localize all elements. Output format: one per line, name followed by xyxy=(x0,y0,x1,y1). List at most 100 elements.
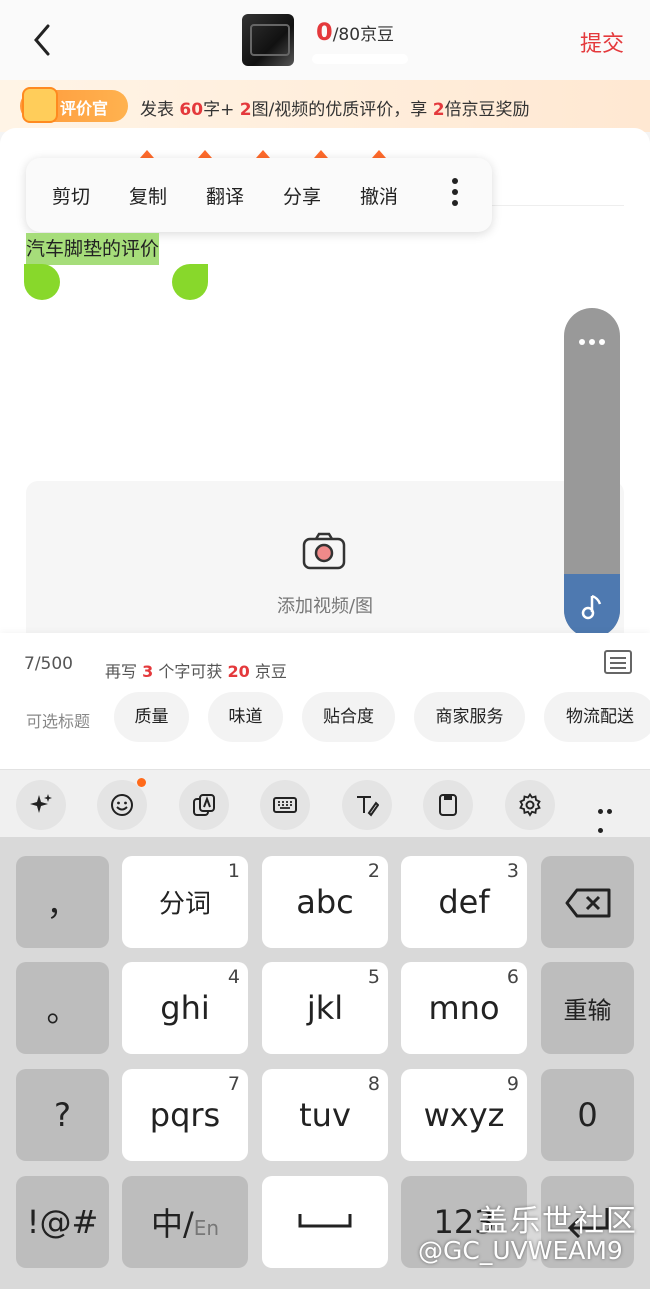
add-media-label: 添加视频/图 xyxy=(276,596,374,617)
music-note-icon xyxy=(581,594,602,620)
menu-translate[interactable]: 翻译 xyxy=(206,182,244,209)
key-number: 9 xyxy=(506,1073,519,1095)
key-label: ? xyxy=(54,1096,71,1134)
key-number: 2 xyxy=(367,860,380,882)
key-fenci[interactable]: 1 分词 xyxy=(122,856,248,948)
key-backspace[interactable] xyxy=(541,856,634,948)
key-label: 重输 xyxy=(563,996,612,1025)
clipboard-icon[interactable] xyxy=(423,780,473,830)
key-label: 分词 xyxy=(158,889,211,920)
handwriting-icon[interactable] xyxy=(342,780,392,830)
menu-cut[interactable]: 剪切 xyxy=(52,182,90,209)
banner-text: 发表 60字+ 2图/视频的优质评价，享 2倍京豆奖励 xyxy=(140,95,530,120)
more-horizontal-icon[interactable] xyxy=(564,330,620,349)
back-arrow-icon[interactable] xyxy=(28,22,58,58)
key-ghi[interactable]: 4 ghi xyxy=(122,962,248,1054)
reviewer-banner[interactable]: 评价官 发表 60字+ 2图/视频的优质评价，享 2倍京豆奖励 xyxy=(0,80,650,132)
keyboard-icon[interactable] xyxy=(260,780,310,830)
product-thumbnail xyxy=(242,14,294,66)
key-number: 4 xyxy=(227,966,240,988)
more-icon[interactable] xyxy=(598,799,624,833)
menu-undo[interactable]: 撤消 xyxy=(360,182,398,209)
floating-side-panel[interactable] xyxy=(564,308,620,638)
key-jkl[interactable]: 5 jkl xyxy=(262,962,388,1054)
tags-label: 可选标题 xyxy=(26,712,91,731)
menu-copy[interactable]: 复制 xyxy=(129,182,167,209)
reviewer-badge-label: 评价官 xyxy=(60,99,109,118)
key-language-switch[interactable]: 中/En xyxy=(122,1176,248,1268)
key-label-alt: En xyxy=(193,1216,220,1240)
key-pqrs[interactable]: 7 pqrs xyxy=(122,1069,248,1161)
key-number: 6 xyxy=(506,966,519,988)
emoji-icon[interactable] xyxy=(97,780,147,830)
bean-hint: 再写 3 个字可获 20 京豆 xyxy=(105,658,287,682)
key-reinput[interactable]: 重输 xyxy=(541,962,634,1054)
key-label: ， xyxy=(46,885,79,923)
selection-handle-left[interactable] xyxy=(24,264,60,300)
more-vertical-icon[interactable] xyxy=(450,178,460,210)
hint-beans: 20 xyxy=(227,662,250,681)
tag-taste[interactable]: 味道 xyxy=(208,692,283,742)
key-period[interactable]: 。 xyxy=(16,962,109,1054)
settings-icon[interactable] xyxy=(505,780,555,830)
tag-logistics[interactable]: 物流配送 xyxy=(544,692,650,742)
space-icon xyxy=(298,1214,352,1228)
reviewer-badge: 评价官 xyxy=(20,87,128,123)
banner-text-prefix: 发表 xyxy=(140,100,174,120)
key-label: 。 xyxy=(46,991,79,1029)
tag-merchant-service[interactable]: 商家服务 xyxy=(414,692,525,742)
key-question[interactable]: ? xyxy=(16,1069,109,1161)
image-text-icon[interactable] xyxy=(179,780,229,830)
hint-suffix: 京豆 xyxy=(254,662,287,681)
watermark-title: 盖乐世社区 xyxy=(478,1204,638,1239)
key-label: jkl xyxy=(306,989,344,1027)
banner-text-suffix: 倍京豆奖励 xyxy=(444,100,530,120)
text-context-menu: 剪切 复制 翻译 分享 撤消 xyxy=(26,158,492,232)
key-def[interactable]: 3 def xyxy=(401,856,527,948)
key-zero[interactable]: 0 xyxy=(541,1069,634,1161)
reviewer-badge-icon xyxy=(22,87,58,123)
bean-progress-bar xyxy=(312,54,408,64)
menu-share[interactable]: 分享 xyxy=(283,182,321,209)
banner-text-mid1: 字+ xyxy=(203,100,235,120)
key-abc[interactable]: 2 abc xyxy=(262,856,388,948)
key-label: ghi xyxy=(160,989,210,1027)
banner-chars: 60 xyxy=(179,100,204,120)
key-label: wxyz xyxy=(423,1096,505,1134)
selection-handle-right[interactable] xyxy=(172,264,208,300)
key-label: mno xyxy=(428,989,500,1027)
key-label-main: 中/ xyxy=(150,1205,194,1243)
key-tuv[interactable]: 8 tuv xyxy=(262,1069,388,1161)
submit-button[interactable]: 提交 xyxy=(580,26,624,58)
tag-fit[interactable]: 贴合度 xyxy=(302,692,395,742)
bean-count-total: /80京豆 xyxy=(332,25,395,45)
key-symbols[interactable]: !@# xyxy=(16,1176,109,1268)
bean-count-current: 0 xyxy=(316,18,333,46)
hint-mid: 个字可获 xyxy=(158,662,223,681)
key-label: abc xyxy=(296,883,354,921)
key-wxyz[interactable]: 9 wxyz xyxy=(401,1069,527,1161)
key-number: 3 xyxy=(506,860,519,882)
template-board-icon[interactable] xyxy=(604,650,632,674)
key-comma[interactable]: ， xyxy=(16,856,109,948)
notification-dot xyxy=(137,778,146,787)
key-label: 0 xyxy=(577,1096,598,1134)
key-label: tuv xyxy=(299,1096,351,1134)
key-label: def xyxy=(438,883,490,921)
music-button[interactable] xyxy=(564,574,620,638)
camera-icon[interactable] xyxy=(302,532,346,570)
watermark-handle: @GC_UVWEAM9 xyxy=(418,1236,623,1265)
key-space[interactable] xyxy=(262,1176,388,1268)
key-mno[interactable]: 6 mno xyxy=(401,962,527,1054)
backspace-icon xyxy=(565,888,611,918)
key-number: 1 xyxy=(227,860,240,882)
key-number: 7 xyxy=(227,1073,240,1095)
char-count: 7/500 xyxy=(24,654,73,674)
sparkle-icon[interactable] xyxy=(16,780,66,830)
review-text-input[interactable]: 汽车脚垫的评价 xyxy=(26,233,160,265)
banner-text-mid2: 图/视频的优质评价，享 xyxy=(251,100,428,120)
banner-multiplier: 2 xyxy=(432,100,445,120)
hint-prefix: 再写 xyxy=(105,662,138,681)
tag-quality[interactable]: 质量 xyxy=(114,692,189,742)
bean-counter: 0/80京豆 xyxy=(316,18,394,46)
